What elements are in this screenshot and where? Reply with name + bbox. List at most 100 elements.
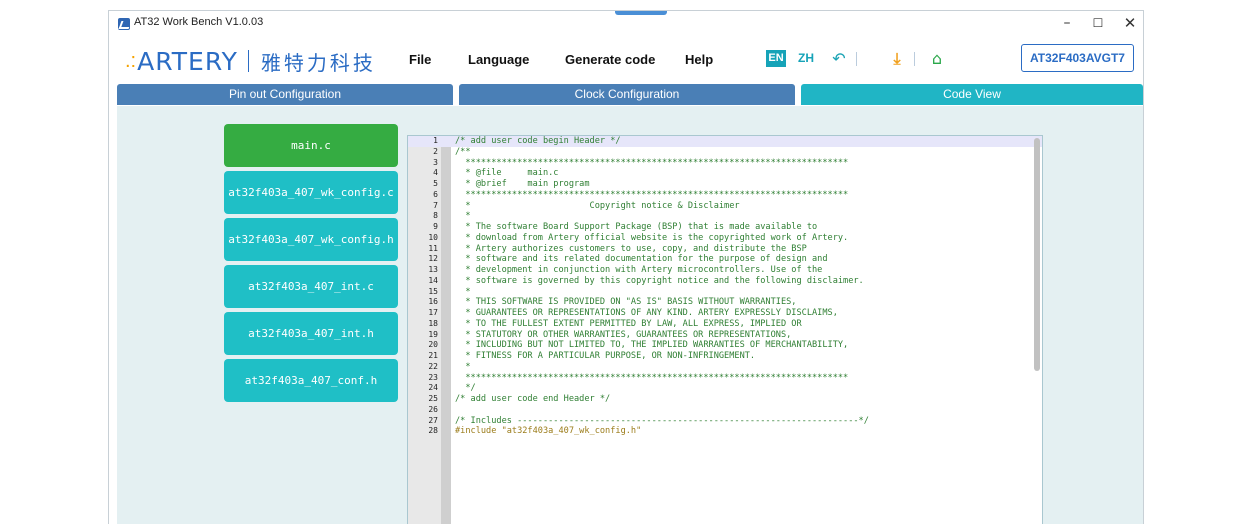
title-bar: AT32 Work Bench V1.0.03 – ☐ ✕ <box>109 11 1143 37</box>
line-number: 26 <box>428 404 438 414</box>
line-number: 19 <box>428 329 438 339</box>
menu-help[interactable]: Help <box>685 52 713 67</box>
line-number: 4 <box>433 168 438 178</box>
code-text: * @file main.c <box>455 168 559 179</box>
code-line: 8 * <box>408 211 1042 222</box>
code-text: * GUARANTEES OR REPRESENTATIONS OF ANY K… <box>455 308 838 318</box>
code-line: 26 <box>408 405 1042 416</box>
line-number: 22 <box>428 361 438 371</box>
code-line: 27 /* Includes --------------------------… <box>408 416 1042 427</box>
window-title: AT32 Work Bench V1.0.03 <box>134 16 264 28</box>
line-number: 1 <box>433 136 438 145</box>
code-view-panel: main.c at32f403a_407_wk_config.c at32f403a… <box>117 106 1143 524</box>
code-line: 2 /** <box>408 147 1042 158</box>
close-icon[interactable]: ✕ <box>1118 13 1142 33</box>
code-line: 19 * STATUTORY OR OTHER WARRANTIES, GUAR… <box>408 330 1042 341</box>
code-line: 12 * software and its related documentat… <box>408 254 1042 265</box>
code-text: * development in conjunction with Artery… <box>455 265 823 275</box>
code-text: * software and its related documentation… <box>455 254 828 265</box>
line-number: 17 <box>428 308 438 317</box>
lang-zh-button[interactable]: ZH <box>798 51 814 65</box>
menu-file[interactable]: File <box>409 52 431 67</box>
code-line: 6 **************************************… <box>408 190 1042 201</box>
code-line: 15 * <box>408 287 1042 298</box>
home-icon[interactable]: ⌂ <box>926 48 948 70</box>
code-line: 25 /* add user code end Header */ <box>408 394 1042 405</box>
line-number: 12 <box>428 254 438 264</box>
chip-model-button[interactable]: AT32F403AVGT7 <box>1021 44 1134 72</box>
code-text: * Artery authorizes customers to use, co… <box>455 243 807 254</box>
header-bar: .: ARTERY 雅特力科技 File Language Generate c… <box>109 39 1143 85</box>
code-text: * THIS SOFTWARE IS PROVIDED ON "AS IS" B… <box>455 297 797 308</box>
code-line: 16 * THIS SOFTWARE IS PROVIDED ON "AS IS… <box>408 297 1042 308</box>
line-number: 10 <box>428 232 438 242</box>
app-root: AT32 Work Bench V1.0.03 – ☐ ✕ .: ARTERY … <box>0 0 1246 524</box>
app-icon <box>118 18 130 30</box>
code-text: * software is governed by this copyright… <box>455 275 864 286</box>
logo-chinese-text: 雅特力科技 <box>260 52 376 75</box>
code-line: 9 * The software Board Support Package (… <box>408 222 1042 233</box>
code-line: 1 /* add user code begin Header */ <box>408 136 1042 147</box>
code-text: ****************************************… <box>455 189 849 200</box>
code-line: 14 * software is governed by this copyri… <box>408 276 1042 287</box>
line-number: 21 <box>428 351 438 360</box>
file-item[interactable]: at32f403a_407_wk_config.c <box>224 171 398 214</box>
code-text: * <box>455 286 471 297</box>
code-line: 13 * development in conjunction with Art… <box>408 265 1042 276</box>
file-item[interactable]: at32f403a_407_conf.h <box>224 359 398 402</box>
tab-code-view[interactable]: Code View <box>801 84 1143 105</box>
download-icon[interactable]: ⤓ <box>886 48 908 70</box>
lang-en-button[interactable]: EN <box>766 50 786 67</box>
code-text: /** <box>455 146 471 157</box>
view-tabs: Pin out Configuration Clock Configuratio… <box>117 84 1143 105</box>
code-text: * FITNESS FOR A PARTICULAR PURPOSE, OR N… <box>455 351 756 361</box>
file-item[interactable]: at32f403a_407_int.c <box>224 265 398 308</box>
code-line: 20 * INCLUDING BUT NOT LIMITED TO, THE I… <box>408 340 1042 351</box>
code-text: * STATUTORY OR OTHER WARRANTIES, GUARANT… <box>455 329 792 340</box>
line-number: 3 <box>433 157 438 167</box>
code-text: * <box>455 211 471 222</box>
code-line: 21 * FITNESS FOR A PARTICULAR PURPOSE, O… <box>408 351 1042 362</box>
line-number: 11 <box>428 243 438 253</box>
window-accent-bar <box>615 11 667 15</box>
code-line: 4 * @file main.c <box>408 168 1042 179</box>
code-text: * Copyright notice & Disclaimer <box>455 200 740 211</box>
code-line: 10 * download from Artery official websi… <box>408 233 1042 244</box>
code-editor[interactable]: 1 /* add user code begin Header */2/** 3 *… <box>407 135 1043 524</box>
line-number: 7 <box>433 200 438 210</box>
code-line: 23 *************************************… <box>408 373 1042 384</box>
undo-icon[interactable]: ↶ <box>828 48 850 70</box>
line-number: 9 <box>433 222 438 231</box>
code-text: ****************************************… <box>455 372 849 383</box>
artery-logo: .: ARTERY 雅特力科技 <box>125 46 376 76</box>
line-number: 15 <box>428 286 438 296</box>
code-line: 11 * Artery authorizes customers to use,… <box>408 244 1042 255</box>
line-number: 27 <box>428 415 438 425</box>
line-number: 5 <box>433 179 438 188</box>
line-number: 28 <box>428 426 438 436</box>
file-item[interactable]: at32f403a_407_int.h <box>224 312 398 355</box>
code-line: 28 #include "at32f403a_407_wk_config.h" <box>408 426 1042 437</box>
maximize-icon[interactable]: ☐ <box>1086 13 1110 33</box>
code-text: ****************************************… <box>455 157 849 168</box>
code-text: * @brief main program <box>455 179 590 189</box>
code-line: 5 * @brief main program <box>408 179 1042 190</box>
editor-scrollbar[interactable] <box>1034 138 1040 371</box>
tab-clock-configuration[interactable]: Clock Configuration <box>459 84 795 105</box>
code-text: * <box>455 361 471 372</box>
logo-text: ARTERY <box>137 46 238 76</box>
menu-language[interactable]: Language <box>468 52 529 67</box>
line-number: 13 <box>428 265 438 274</box>
code-line: 7 * Copyright notice & Disclaimer <box>408 201 1042 212</box>
line-number: 16 <box>428 297 438 307</box>
menu-generate-code[interactable]: Generate code <box>565 52 655 67</box>
code-text: #include "at32f403a_407_wk_config.h" <box>455 426 642 437</box>
code-text: /* add user code begin Header */ <box>455 136 621 146</box>
minimize-icon[interactable]: – <box>1055 13 1079 33</box>
file-list: main.c at32f403a_407_wk_config.c at32f403a… <box>224 124 398 406</box>
line-number: 18 <box>428 318 438 328</box>
tab-pinout-configuration[interactable]: Pin out Configuration <box>117 84 453 105</box>
file-item[interactable]: main.c <box>224 124 398 167</box>
file-item[interactable]: at32f403a_407_wk_config.h <box>224 218 398 261</box>
line-number: 25 <box>428 394 438 403</box>
